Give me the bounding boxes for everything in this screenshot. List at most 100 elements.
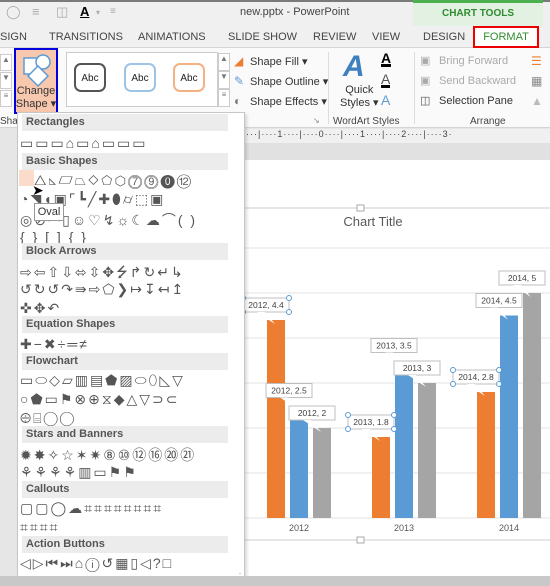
change-shape-line2: Shape ▾ [15,98,57,110]
send-backward-button[interactable]: Send Backward [439,75,516,87]
tab-review[interactable]: REVIEW [313,31,356,43]
shape-category-header: Flowchart [22,353,228,370]
customize-qat-icon[interactable]: ≡ [110,6,116,17]
tab-format[interactable]: FORMAT [473,26,539,48]
status-bar [0,576,550,586]
quick-styles-button[interactable]: Quick Styles ▾ [340,84,379,110]
tab-animations[interactable]: ANIMATIONS [138,31,206,43]
shape-style-orange[interactable]: Abc [173,63,205,92]
shape-row[interactable]: ◁▷⏮⏭⌂ⓘ↺▦▯◁?□ [20,555,230,575]
shape-category-header: Stars and Banners [22,426,228,443]
group-label-arrange: Arrange [470,116,506,127]
bar[interactable] [372,437,390,518]
chart-resize-handle-top[interactable] [356,204,365,212]
selection-handle[interactable] [450,367,456,373]
shape-row[interactable]: ▢▢◯☁⌗⌗⌗⌗⌗⌗⌗⌗ [20,500,230,520]
font-color-icon[interactable]: A [80,4,89,19]
data-label-text: 2012, 4.4 [248,300,284,310]
bar[interactable] [267,320,285,518]
text-fill-icon[interactable]: A [381,51,392,67]
shape-outline-icon: ✎ [234,74,245,88]
selection-handle[interactable] [286,309,292,315]
bar[interactable] [290,405,308,519]
shape-row[interactable]: ▭▭▭⌂▭⌂▭▭▭ [20,135,230,155]
tab-chart-design[interactable]: DESIGN [423,31,465,43]
bring-forward-icon: ▣ [420,55,431,67]
window-title: new.pptx - PowerPoint [240,6,350,18]
selection-handle[interactable] [496,367,502,373]
data-label-callout[interactable]: 2013, 1.8 [345,412,397,442]
align-icon[interactable]: ≡ [32,4,40,19]
shape-row[interactable]: ▭⬭◇▱▥▤⬟▨⬭⬯◺▽ [20,372,230,392]
x-axis-tick-label: 2012 [289,523,309,533]
send-backward-icon: ▣ [420,75,431,87]
shape-style-dark[interactable]: Abc [74,63,106,92]
chart-title[interactable]: Chart Title [343,214,402,229]
shape-row[interactable]: ✹✸✧☆✶✷⑧⑩⑫⑯⑳㉑ [20,445,230,465]
data-label-callout[interactable]: 2012, 4.4 [240,295,292,325]
horizontal-ruler: ·2····|····1····|····0····|····1····|···… [230,129,550,143]
quick-styles-line1: Quick [345,84,374,96]
selection-handle[interactable] [391,426,397,432]
data-label-text: 2013, 1.8 [353,417,389,427]
change-shape-label: Change Shape ▾ [14,85,58,111]
styles-scroll-up[interactable]: ▲ [218,53,230,71]
shape-row[interactable]: ⬭△◺▱⏢◇⬠⬡⓻⓽⓿⑫ [20,172,230,192]
shape-category-header: Callouts [22,481,228,498]
shape-category-header: Block Arrows [22,243,228,260]
rotate-icon[interactable]: ▲ [531,94,543,108]
group-separator [328,52,329,124]
selection-handle[interactable] [450,381,456,387]
text-outline-icon[interactable]: A [381,72,391,88]
oval-icon[interactable]: ◯ [6,4,21,20]
tab-view[interactable]: VIEW [372,31,400,43]
data-label-text: 2012, 2.5 [271,386,307,396]
selection-handle[interactable] [391,412,397,418]
text-effects-icon[interactable]: A [381,93,390,107]
shape-category-header: Equation Shapes [22,316,228,333]
bar[interactable] [523,293,541,518]
dialog-launcher-icon[interactable]: ↘ [313,116,320,125]
x-axis-tick-label: 2013 [394,523,414,533]
shape-row[interactable]: ⇨⇦⇧⇩⬄⇳✥⭍↱↻↵↳ [20,262,230,282]
chart[interactable]: Chart Title 2012 2013 2014 2012, 4.42012, … [230,160,550,576]
bar[interactable] [477,392,495,518]
shape-fill-button[interactable]: Shape Fill ▾ [250,55,308,68]
tab-design-partial[interactable]: SIGN [0,31,27,43]
group-label-wordart: WordArt Styles [333,116,400,127]
dropdown-arrow-icon[interactable]: ▾ [96,8,100,17]
mouse-cursor-icon: ➤ [32,182,44,198]
selection-handle[interactable] [496,381,502,387]
shape-style-blue[interactable]: Abc [124,63,156,92]
bar[interactable] [418,383,436,518]
data-label-callout[interactable]: 2014, 2.8 [450,367,502,397]
shape-row[interactable]: ↺↻↺↷⇛⇨⬠❯↦↧↤↥ [20,281,230,301]
shape-row[interactable]: ○⬟▭⚑⊗⊕⧖◆△▽⊃⊂ [20,391,230,411]
selection-pane-icon: ◫ [420,95,431,107]
tab-transitions[interactable]: TRANSITIONS [49,31,123,43]
chart-resize-handle-bottom[interactable] [356,536,365,544]
selection-pane-button[interactable]: Selection Pane [439,95,513,107]
data-label-text: 2014, 5 [508,273,537,283]
styles-more[interactable]: ≡ [218,89,230,107]
distribute-icon[interactable]: ◫ [56,4,68,20]
group-label-shape-styles: Sha [0,116,18,127]
shape-outline-button[interactable]: Shape Outline ▾ [250,75,328,88]
bring-forward-button[interactable]: Bring Forward [439,55,508,67]
gallery-scroll-down[interactable]: ▼ [0,72,12,89]
align-objects-icon[interactable]: ☰ [531,54,542,68]
selection-handle[interactable] [286,295,292,301]
styles-scroll-down[interactable]: ▼ [218,71,230,89]
tab-slide-show[interactable]: SLIDE SHOW [228,31,297,43]
selection-handle[interactable] [345,426,351,432]
shape-category-header: Rectangles [22,114,228,131]
bar[interactable] [395,360,413,519]
selection-handle[interactable] [345,412,351,418]
shape-effects-button[interactable]: Shape Effects ▾ [250,95,327,108]
group-separator [414,52,415,124]
bar[interactable] [313,428,331,518]
bar[interactable] [500,315,518,519]
gallery-scroll-up[interactable]: ▲ [0,54,12,71]
gallery-more[interactable]: ≡ [0,90,12,107]
group-objects-icon[interactable]: ▦ [531,74,542,88]
